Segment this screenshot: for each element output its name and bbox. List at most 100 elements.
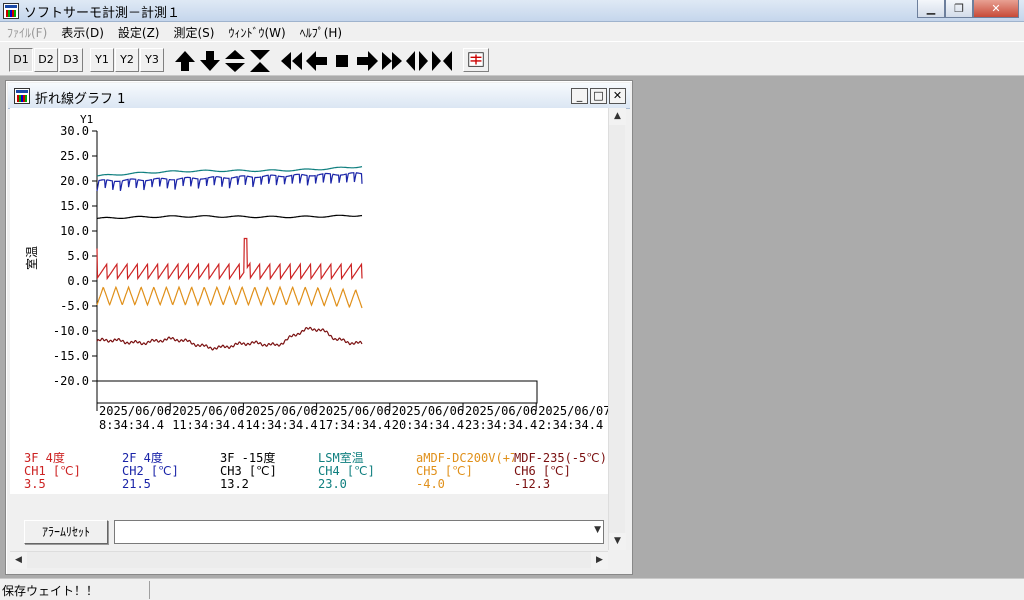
legend-channel-3: 3F -15度 CH3 [℃] 13.2 [220, 452, 318, 491]
legend-name: LSM室温 [318, 452, 364, 465]
expand-horizontal-icon[interactable] [405, 49, 429, 73]
rewind-icon[interactable] [280, 49, 304, 73]
series-line-ch6 [96, 326, 363, 351]
app-icon [3, 3, 19, 19]
menu-view[interactable]: 表示(D) [54, 22, 111, 41]
menu-file[interactable]: ﾌｧｲﾙ(F) [0, 22, 54, 41]
arrow-up-icon[interactable] [173, 49, 197, 73]
print-icon[interactable] [463, 48, 489, 72]
legend-name: 2F 4度 [122, 452, 163, 465]
graph-maximize-button[interactable]: □ [590, 88, 607, 104]
shrink-vertical-icon[interactable] [248, 49, 272, 73]
scroll-left-icon[interactable]: ◀ [10, 552, 27, 569]
series-line-ch5 [96, 285, 363, 309]
x-tick-date: 2025/06/06 [172, 404, 244, 418]
x-tick-date: 2025/06/06 [319, 404, 391, 418]
chart-area: Y1 室温 30.0 25.0 20.0 15.0 10.0 5.0 0.0 -5.0 -10.0-… [10, 108, 610, 494]
legend-channel: CH1 [℃] [24, 465, 81, 478]
legend-channel: CH6 [℃] [514, 465, 571, 478]
legend-name: aMDF-DC200V(+7 [416, 452, 514, 465]
y-tick-label: 5.0 [67, 249, 89, 263]
x-tick-date: 2025/06/06 [392, 404, 464, 418]
x-tick-date: 2025/06/06 [245, 404, 317, 418]
step-back-icon[interactable] [305, 49, 329, 73]
scroll-down-icon[interactable]: ▼ [609, 533, 626, 550]
d1-button[interactable]: D1 [9, 48, 33, 72]
menu-measure[interactable]: 測定(S) [166, 22, 221, 41]
menu-help[interactable]: ﾍﾙﾌﾟ(H) [293, 22, 349, 41]
legend-current: -4.0 [416, 478, 445, 491]
x-tick-time: 14:34:34.4 [245, 418, 317, 432]
x-tick-date: 2025/06/06 [99, 404, 171, 418]
legend-current: 23.0 [318, 478, 347, 491]
y-axis-label: 室温 [24, 246, 39, 270]
stop-icon[interactable] [330, 49, 354, 73]
x-tick-date: 2025/06/06 [465, 404, 537, 418]
status-bar: 保存ウェイト！！ [0, 578, 1024, 600]
y2-button[interactable]: Y2 [115, 48, 139, 72]
close-button[interactable]: ✕ [973, 0, 1019, 18]
legend-current: 3.5 [24, 478, 46, 491]
d2-button[interactable]: D2 [34, 48, 58, 72]
expand-vertical-icon[interactable] [223, 49, 247, 73]
toolbar: D1 D2 D3 Y1 Y2 Y3 [0, 41, 1024, 76]
vertical-scrollbar[interactable]: ▲ ▼ [608, 108, 626, 550]
y1-button[interactable]: Y1 [90, 48, 114, 72]
dropdown-arrow-icon[interactable]: ▼ [594, 525, 601, 535]
legend-name: 3F -15度 [220, 452, 276, 465]
menu-bar: ﾌｧｲﾙ(F) 表示(D) 設定(Z) 測定(S) ｳｨﾝﾄﾞｳ(W) ﾍﾙﾌﾟ… [0, 22, 1024, 41]
legend-channel: CH3 [℃] [220, 465, 277, 478]
x-tick-time: 2:34:34.4 [538, 418, 603, 432]
alarm-reset-button[interactable]: ｱﾗｰﾑﾘｾｯﾄ [24, 520, 108, 544]
y-tick-label: -20.0 [53, 374, 89, 388]
legend-name: MDF-235(-5℃) [514, 452, 607, 465]
y3-button[interactable]: Y3 [140, 48, 164, 72]
y-tick-label: 15.0 [60, 199, 89, 213]
y-tick-label: 0.0 [67, 274, 89, 288]
graph-window-title: 折れ線グラフ 1 [35, 92, 126, 107]
channel-legend: 3F 4度 CH1 [℃] 3.5 2F 4度 CH2 [℃] 21.5 3F -15度 CH… [10, 452, 608, 494]
legend-current: 13.2 [220, 478, 249, 491]
legend-channel-5: aMDF-DC200V(+7 CH5 [℃] -4.0 [416, 452, 514, 491]
d3-button[interactable]: D3 [59, 48, 83, 72]
menu-window[interactable]: ｳｨﾝﾄﾞｳ(W) [221, 22, 292, 41]
legend-channel: CH2 [℃] [122, 465, 179, 478]
y-tick-label: -5.0 [60, 299, 89, 313]
legend-channel: CH4 [℃] [318, 465, 375, 478]
minimize-button[interactable]: ▁ [917, 0, 945, 18]
line-chart: Y1室温30.025.020.015.010.05.00.0-5.0-10.0-… [24, 113, 610, 432]
step-forward-icon[interactable] [355, 49, 379, 73]
x-tick-date: 2025/06/07 [538, 404, 608, 418]
shrink-horizontal-icon[interactable] [430, 49, 454, 73]
x-tick-time: 20:34:34.4 [392, 418, 464, 432]
y-tick-label: 20.0 [60, 174, 89, 188]
x-tick-time: 23:34:34.4 [465, 418, 537, 432]
graph-window-icon [14, 88, 30, 104]
legend-channel-4: LSM室温 CH4 [℃] 23.0 [318, 452, 416, 491]
legend-channel-1: 3F 4度 CH1 [℃] 3.5 [24, 452, 122, 491]
y-tick-label: -15.0 [53, 349, 89, 363]
window-controls: ▁ ❐ ✕ [917, 0, 1019, 18]
x-axis-box [96, 380, 538, 404]
fast-forward-icon[interactable] [380, 49, 404, 73]
arrow-down-icon[interactable] [198, 49, 222, 73]
scrollbar-corner [608, 551, 625, 568]
menu-settings[interactable]: 設定(Z) [111, 22, 167, 41]
status-text: 保存ウェイト！！ [0, 581, 150, 599]
graph-minimize-button[interactable]: _ [571, 88, 588, 104]
horizontal-scrollbar[interactable]: ◀ ▶ [10, 551, 608, 569]
restore-button[interactable]: ❐ [945, 0, 973, 18]
alarm-message-field[interactable]: ▼ [114, 520, 604, 544]
x-tick-time: 11:34:34.4 [172, 418, 244, 432]
graph-window-controls: _ □ ✕ [571, 88, 626, 104]
y-tick-label: 25.0 [60, 149, 89, 163]
scroll-up-icon[interactable]: ▲ [609, 108, 626, 125]
series-line-ch2 [96, 172, 363, 192]
legend-channel-2: 2F 4度 CH2 [℃] 21.5 [122, 452, 220, 491]
series-line-ch3 [96, 214, 363, 220]
graph-close-button[interactable]: ✕ [609, 88, 626, 104]
alarm-row: ｱﾗｰﾑﾘｾｯﾄ ▼ [10, 494, 608, 550]
x-tick-time: 8:34:34.4 [99, 418, 164, 432]
y-tick-label: -10.0 [53, 324, 89, 338]
scroll-right-icon[interactable]: ▶ [591, 552, 608, 569]
